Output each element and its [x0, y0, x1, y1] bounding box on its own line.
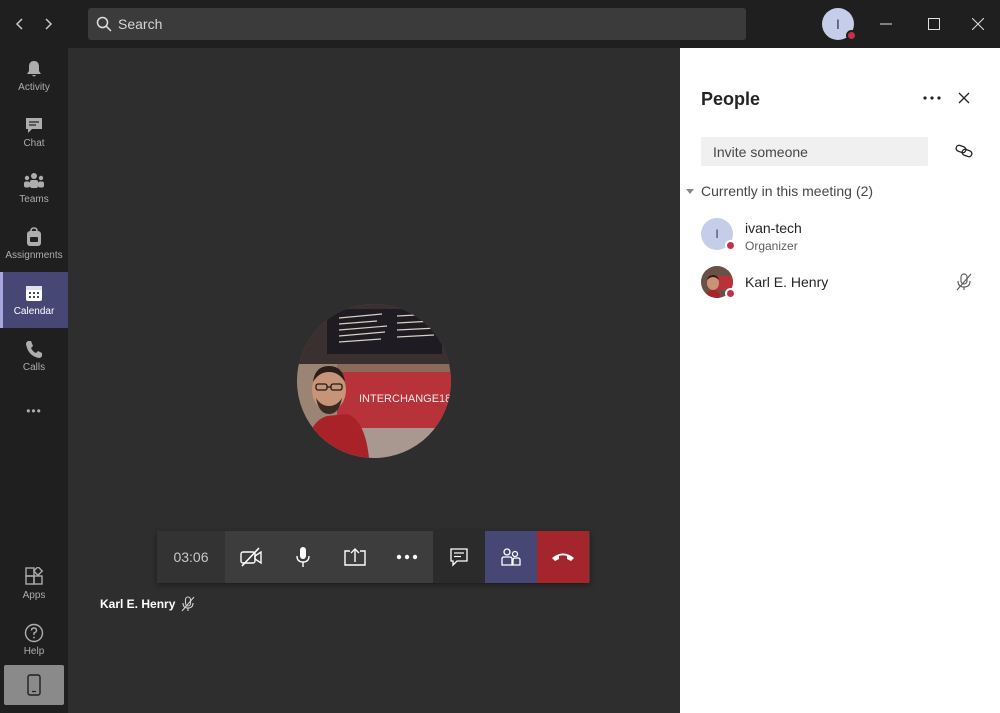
show-participants-button[interactable]: [485, 531, 537, 583]
panel-more-options-button[interactable]: [920, 86, 944, 110]
rail-label: Chat: [23, 138, 45, 149]
rail-label: Teams: [19, 194, 49, 205]
participant-photo: INTERCHANGE18: [297, 304, 451, 458]
hang-up-button[interactable]: [537, 531, 589, 583]
share-invite-link-button[interactable]: [952, 139, 976, 163]
share-screen-button[interactable]: [329, 531, 381, 583]
avatar: [701, 266, 736, 299]
profile-avatar[interactable]: I: [822, 8, 857, 41]
rail-item-teams[interactable]: Teams: [0, 160, 68, 216]
rail-item-calendar[interactable]: Calendar: [0, 272, 68, 328]
more-icon: •••: [26, 404, 42, 418]
participant-role: Organizer: [745, 239, 798, 253]
minimize-icon: [880, 23, 892, 25]
microphone-button[interactable]: [277, 531, 329, 583]
more-icon: [923, 96, 941, 100]
bell-icon: [27, 61, 41, 77]
rail-label: Help: [23, 646, 45, 657]
section-label: Currently in this meeting: [701, 183, 852, 199]
close-icon: [972, 18, 984, 30]
show-conversation-button[interactable]: [433, 531, 485, 583]
panel-title: People: [701, 89, 761, 109]
rail-label: Activity: [18, 82, 50, 93]
share-screen-icon: [344, 548, 366, 566]
panel-close-button[interactable]: [952, 86, 976, 110]
participant-name: Karl E. Henry: [100, 597, 176, 611]
rail-label: Assignments: [5, 250, 63, 261]
close-icon: [958, 92, 970, 104]
rail-label: Apps: [22, 590, 46, 601]
mobile-device-icon: [27, 674, 41, 696]
rail-item-calls[interactable]: Calls: [0, 328, 68, 384]
interchange-banner: INTERCHANGE18: [359, 393, 451, 405]
participants-icon: [501, 548, 521, 566]
rail-item-apps[interactable]: Apps: [0, 556, 68, 612]
status-busy-icon: [846, 30, 857, 41]
call-timer: 03:06: [157, 531, 225, 583]
close-window-button[interactable]: [962, 8, 994, 40]
search-input[interactable]: [118, 16, 718, 32]
participant-name: ivan-tech: [745, 220, 802, 236]
link-icon: [955, 144, 973, 158]
rail-label: Calendar: [13, 306, 55, 317]
avatar-initial: I: [836, 16, 840, 32]
rail-item-activity[interactable]: Activity: [0, 48, 68, 104]
calendar-icon: [26, 286, 42, 301]
participant-name: Karl E. Henry: [745, 274, 829, 290]
rail-item-assignments[interactable]: Assignments: [0, 216, 68, 272]
rail-item-chat[interactable]: Chat: [0, 104, 68, 160]
participant-video-karl[interactable]: INTERCHANGE18: [297, 304, 451, 458]
device-button[interactable]: [4, 665, 64, 705]
meeting-stage: INTERCHANGE18 03:06 Karl E. Henry: [68, 48, 680, 713]
search-box[interactable]: [88, 8, 746, 40]
chevron-right-icon: [45, 18, 53, 30]
backpack-icon: [27, 227, 41, 246]
phone-icon: [26, 341, 42, 358]
status-busy-icon: [725, 288, 736, 299]
avatar-initial: I: [715, 227, 719, 241]
camera-off-icon: [240, 547, 262, 567]
maximize-icon: [928, 18, 940, 30]
hang-up-icon: [552, 553, 574, 561]
status-busy-icon: [725, 240, 736, 251]
call-controls: 03:06: [157, 531, 590, 583]
back-button[interactable]: [8, 10, 32, 38]
mic-off-icon: [181, 596, 195, 612]
section-count: (2): [855, 183, 874, 199]
currently-in-meeting-section[interactable]: Currently in this meeting (2): [686, 182, 873, 200]
camera-toggle-button[interactable]: [225, 531, 277, 583]
help-icon: [24, 623, 44, 643]
rail-label: Calls: [22, 362, 46, 373]
participant-row[interactable]: I ivan-tech Organizer: [680, 210, 1000, 258]
rail-item-help[interactable]: Help: [0, 612, 68, 668]
mic-off-icon: [956, 273, 972, 291]
minimize-button[interactable]: [870, 8, 902, 40]
maximize-button[interactable]: [918, 8, 950, 40]
chevron-left-icon: [15, 18, 23, 30]
microphone-icon: [296, 547, 310, 567]
avatar: I: [701, 218, 736, 251]
caret-down-icon: [686, 188, 694, 194]
title-bar: I: [0, 0, 1000, 48]
conversation-icon: [450, 548, 468, 567]
app-rail: Activity Chat Teams Assignments Calendar…: [0, 48, 68, 713]
participant-muted-indicator: [952, 270, 976, 294]
apps-icon: [25, 567, 44, 585]
invite-someone-input[interactable]: [701, 137, 928, 166]
more-apps-button[interactable]: •••: [0, 388, 68, 434]
people-panel: People Currently in this meeting (2) I i…: [680, 48, 1000, 713]
forward-button[interactable]: [36, 10, 60, 38]
participant-row[interactable]: Karl E. Henry: [680, 258, 1000, 306]
more-options-button[interactable]: [381, 531, 433, 583]
search-icon: [96, 16, 112, 32]
more-icon: [396, 554, 418, 560]
participant-name-tag: Karl E. Henry: [100, 596, 195, 612]
chat-icon: [26, 118, 42, 133]
teams-icon: [24, 173, 44, 188]
